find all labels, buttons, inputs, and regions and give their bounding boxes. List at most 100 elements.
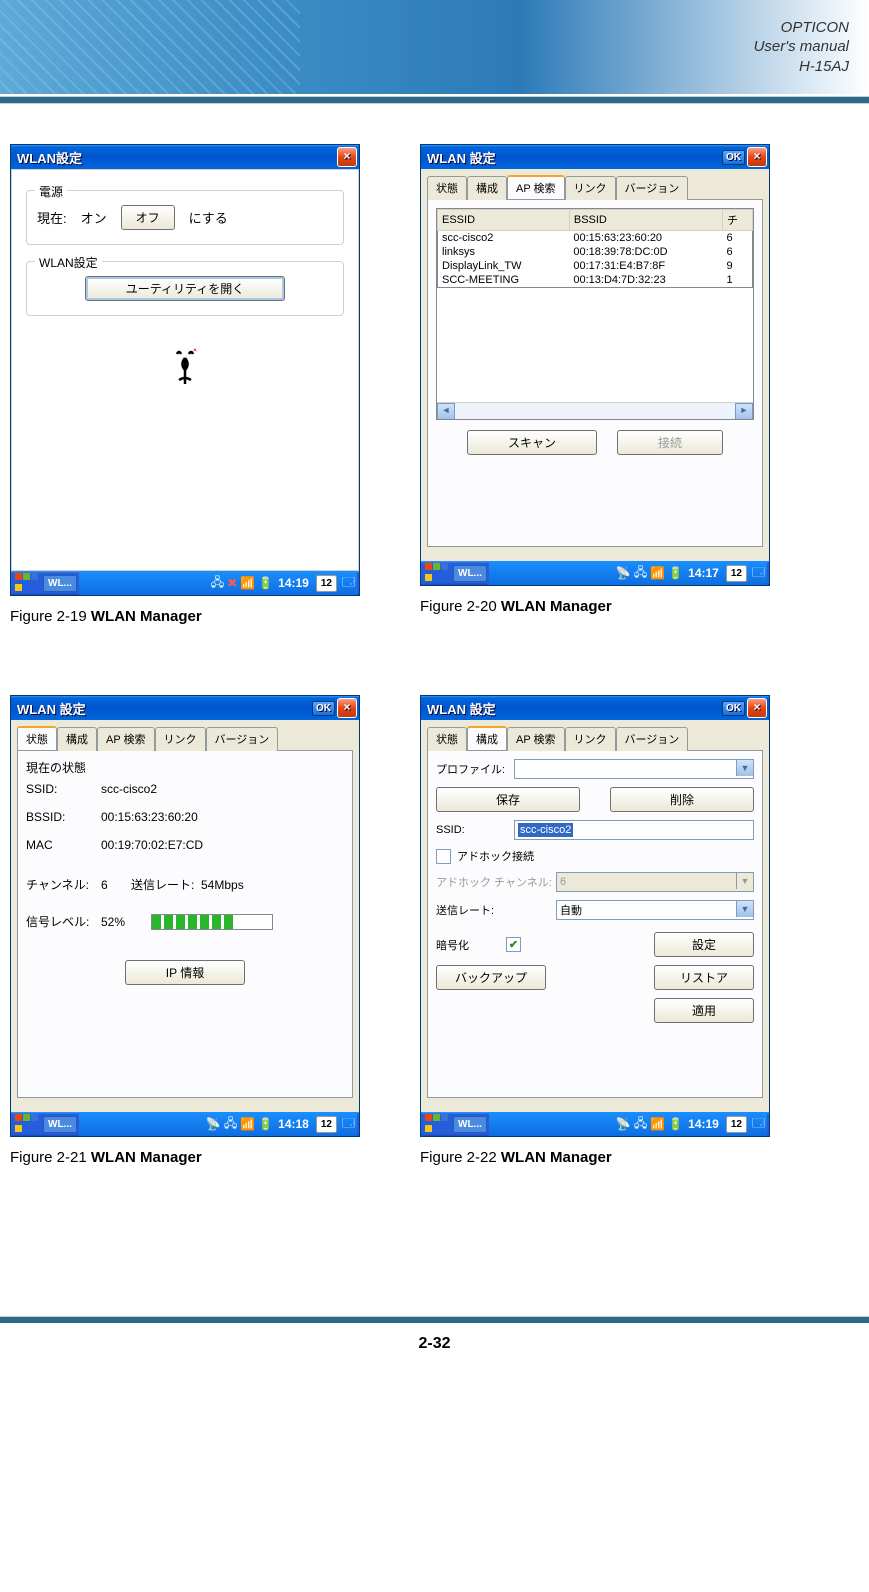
close-icon[interactable]: × xyxy=(337,147,357,167)
tab-version[interactable]: バージョン xyxy=(616,727,689,751)
scan-button[interactable]: スキャン xyxy=(467,430,597,455)
tab-config[interactable]: 構成 xyxy=(57,727,97,751)
clock[interactable]: 14:17 xyxy=(688,566,719,580)
network-icon[interactable]: 🖧 xyxy=(224,1114,237,1135)
scroll-left-icon[interactable]: ◄ xyxy=(437,403,455,420)
desktop-icon[interactable]: 🗔 xyxy=(752,563,765,584)
network-icon[interactable]: 🖧 xyxy=(634,1114,647,1135)
tab-ap-search[interactable]: AP 検索 xyxy=(507,727,565,751)
wifi-icon[interactable]: 📡 xyxy=(206,1117,221,1131)
adhoc-checkbox[interactable] xyxy=(436,849,451,864)
tab-ap-search[interactable]: AP 検索 xyxy=(507,175,565,199)
date-badge[interactable]: 12 xyxy=(316,575,337,592)
encrypt-checkbox[interactable]: ✔ xyxy=(506,937,521,952)
profile-combo[interactable]: ▼ xyxy=(514,759,754,779)
channel-value: 6 xyxy=(101,878,131,892)
wifi-off-icon[interactable]: ✖ xyxy=(227,576,237,590)
battery-icon[interactable]: 🔋 xyxy=(258,1117,273,1131)
power-toggle-button[interactable]: オフ xyxy=(121,205,175,230)
tab-status[interactable]: 状態 xyxy=(427,176,467,200)
task-item[interactable]: WL... xyxy=(453,565,487,582)
wifi-icon[interactable]: 📡 xyxy=(616,1117,631,1131)
date-badge[interactable]: 12 xyxy=(316,1116,337,1133)
network-icon[interactable]: 🖧 xyxy=(634,563,647,584)
clock[interactable]: 14:19 xyxy=(688,1117,719,1131)
header-line-1: OPTICON xyxy=(754,18,849,38)
ok-button[interactable]: OK xyxy=(722,701,745,716)
signal-icon[interactable]: 📶 xyxy=(240,1117,255,1131)
desktop-icon[interactable]: 🗔 xyxy=(342,573,355,594)
close-icon[interactable]: × xyxy=(747,698,767,718)
chevron-down-icon[interactable]: ▼ xyxy=(736,901,753,917)
tab-version[interactable]: バージョン xyxy=(206,727,279,751)
figure-caption: Figure 2-19 WLAN Manager xyxy=(10,608,360,625)
encrypt-settings-button[interactable]: 設定 xyxy=(654,932,754,957)
start-icon[interactable] xyxy=(13,1112,41,1136)
current-value: オン xyxy=(81,208,107,227)
signal-icon[interactable]: 📶 xyxy=(650,1117,665,1131)
table-row[interactable]: scc-cisco2 00:15:63:23:60:20 6 xyxy=(438,231,753,246)
tab-config[interactable]: 構成 xyxy=(467,726,507,750)
tab-ap-search[interactable]: AP 検索 xyxy=(97,727,155,751)
chevron-down-icon[interactable]: ▼ xyxy=(736,760,753,776)
txrate-combo[interactable]: 自動 ▼ xyxy=(556,900,754,920)
table-row[interactable]: SCC-MEETING 00:13:D4:7D:32:23 1 xyxy=(438,273,753,288)
col-bssid[interactable]: BSSID xyxy=(569,210,722,231)
ssid-value: scc-cisco2 xyxy=(101,782,344,796)
start-icon[interactable] xyxy=(13,571,41,595)
task-item[interactable]: WL... xyxy=(43,1116,77,1133)
save-button[interactable]: 保存 xyxy=(436,787,580,812)
table-row[interactable]: DisplayLink_TW 00:17:31:E4:B7:8F 9 xyxy=(438,259,753,273)
signal-fill xyxy=(152,915,236,929)
clock[interactable]: 14:18 xyxy=(278,1117,309,1131)
signal-icon[interactable]: 📶 xyxy=(240,576,255,590)
restore-button[interactable]: リストア xyxy=(654,965,754,990)
ssid-field[interactable]: scc-cisco2 xyxy=(514,820,754,840)
taskbar: WL... 📡 🖧 📶 🔋 14:18 12 🗔 xyxy=(11,1112,359,1136)
tab-link[interactable]: リンク xyxy=(565,727,616,751)
scroll-right-icon[interactable]: ► xyxy=(735,403,753,420)
date-badge[interactable]: 12 xyxy=(726,565,747,582)
tab-status[interactable]: 状態 xyxy=(17,726,57,750)
delete-button[interactable]: 削除 xyxy=(610,787,754,812)
col-channel[interactable]: チ xyxy=(723,210,753,231)
ip-info-button[interactable]: IP 情報 xyxy=(125,960,245,985)
col-essid[interactable]: ESSID xyxy=(438,210,570,231)
bssid-label: BSSID: xyxy=(26,810,101,824)
tab-version[interactable]: バージョン xyxy=(616,176,689,200)
desktop-icon[interactable]: 🗔 xyxy=(342,1114,355,1135)
tab-status[interactable]: 状態 xyxy=(427,727,467,751)
network-icon[interactable]: 🖧 xyxy=(211,573,224,594)
ok-button[interactable]: OK xyxy=(722,150,745,165)
wifi-icon[interactable]: 📡 xyxy=(616,566,631,580)
taskbar: WL... 📡 🖧 📶 🔋 14:17 12 🗔 xyxy=(421,561,769,585)
battery-icon[interactable]: 🔋 xyxy=(258,576,273,590)
close-icon[interactable]: × xyxy=(337,698,357,718)
start-icon[interactable] xyxy=(423,1112,451,1136)
start-icon[interactable] xyxy=(423,561,451,585)
figure-2-22: WLAN 設定 OK × 状態 構成 AP 検索 リンク バージョン プロファイ… xyxy=(420,695,770,1166)
date-badge[interactable]: 12 xyxy=(726,1116,747,1133)
desktop-icon[interactable]: 🗔 xyxy=(752,1114,765,1135)
apply-button[interactable]: 適用 xyxy=(654,998,754,1023)
tab-config[interactable]: 構成 xyxy=(467,176,507,200)
ok-button[interactable]: OK xyxy=(312,701,335,716)
open-utility-button[interactable]: ユーティリティを開く xyxy=(85,276,286,301)
horizontal-scrollbar[interactable]: ◄ ► xyxy=(437,402,753,419)
settings-group: WLAN設定 ユーティリティを開く xyxy=(26,261,344,316)
scroll-track[interactable] xyxy=(455,403,735,419)
battery-icon[interactable]: 🔋 xyxy=(668,566,683,580)
tab-strip: 状態 構成 AP 検索 リンク バージョン xyxy=(17,726,353,751)
figure-2-20: WLAN 設定 OK × 状態 構成 AP 検索 リンク バージョン xyxy=(420,144,770,625)
tab-link[interactable]: リンク xyxy=(155,727,206,751)
task-item[interactable]: WL... xyxy=(43,575,77,592)
clock[interactable]: 14:19 xyxy=(278,576,309,590)
signal-icon[interactable]: 📶 xyxy=(650,566,665,580)
close-icon[interactable]: × xyxy=(747,147,767,167)
adhoc-channel-combo: 6 ▼ xyxy=(556,872,754,892)
battery-icon[interactable]: 🔋 xyxy=(668,1117,683,1131)
task-item[interactable]: WL... xyxy=(453,1116,487,1133)
backup-button[interactable]: バックアップ xyxy=(436,965,546,990)
tab-link[interactable]: リンク xyxy=(565,176,616,200)
table-row[interactable]: linksys 00:18:39:78:DC:0D 6 xyxy=(438,245,753,259)
